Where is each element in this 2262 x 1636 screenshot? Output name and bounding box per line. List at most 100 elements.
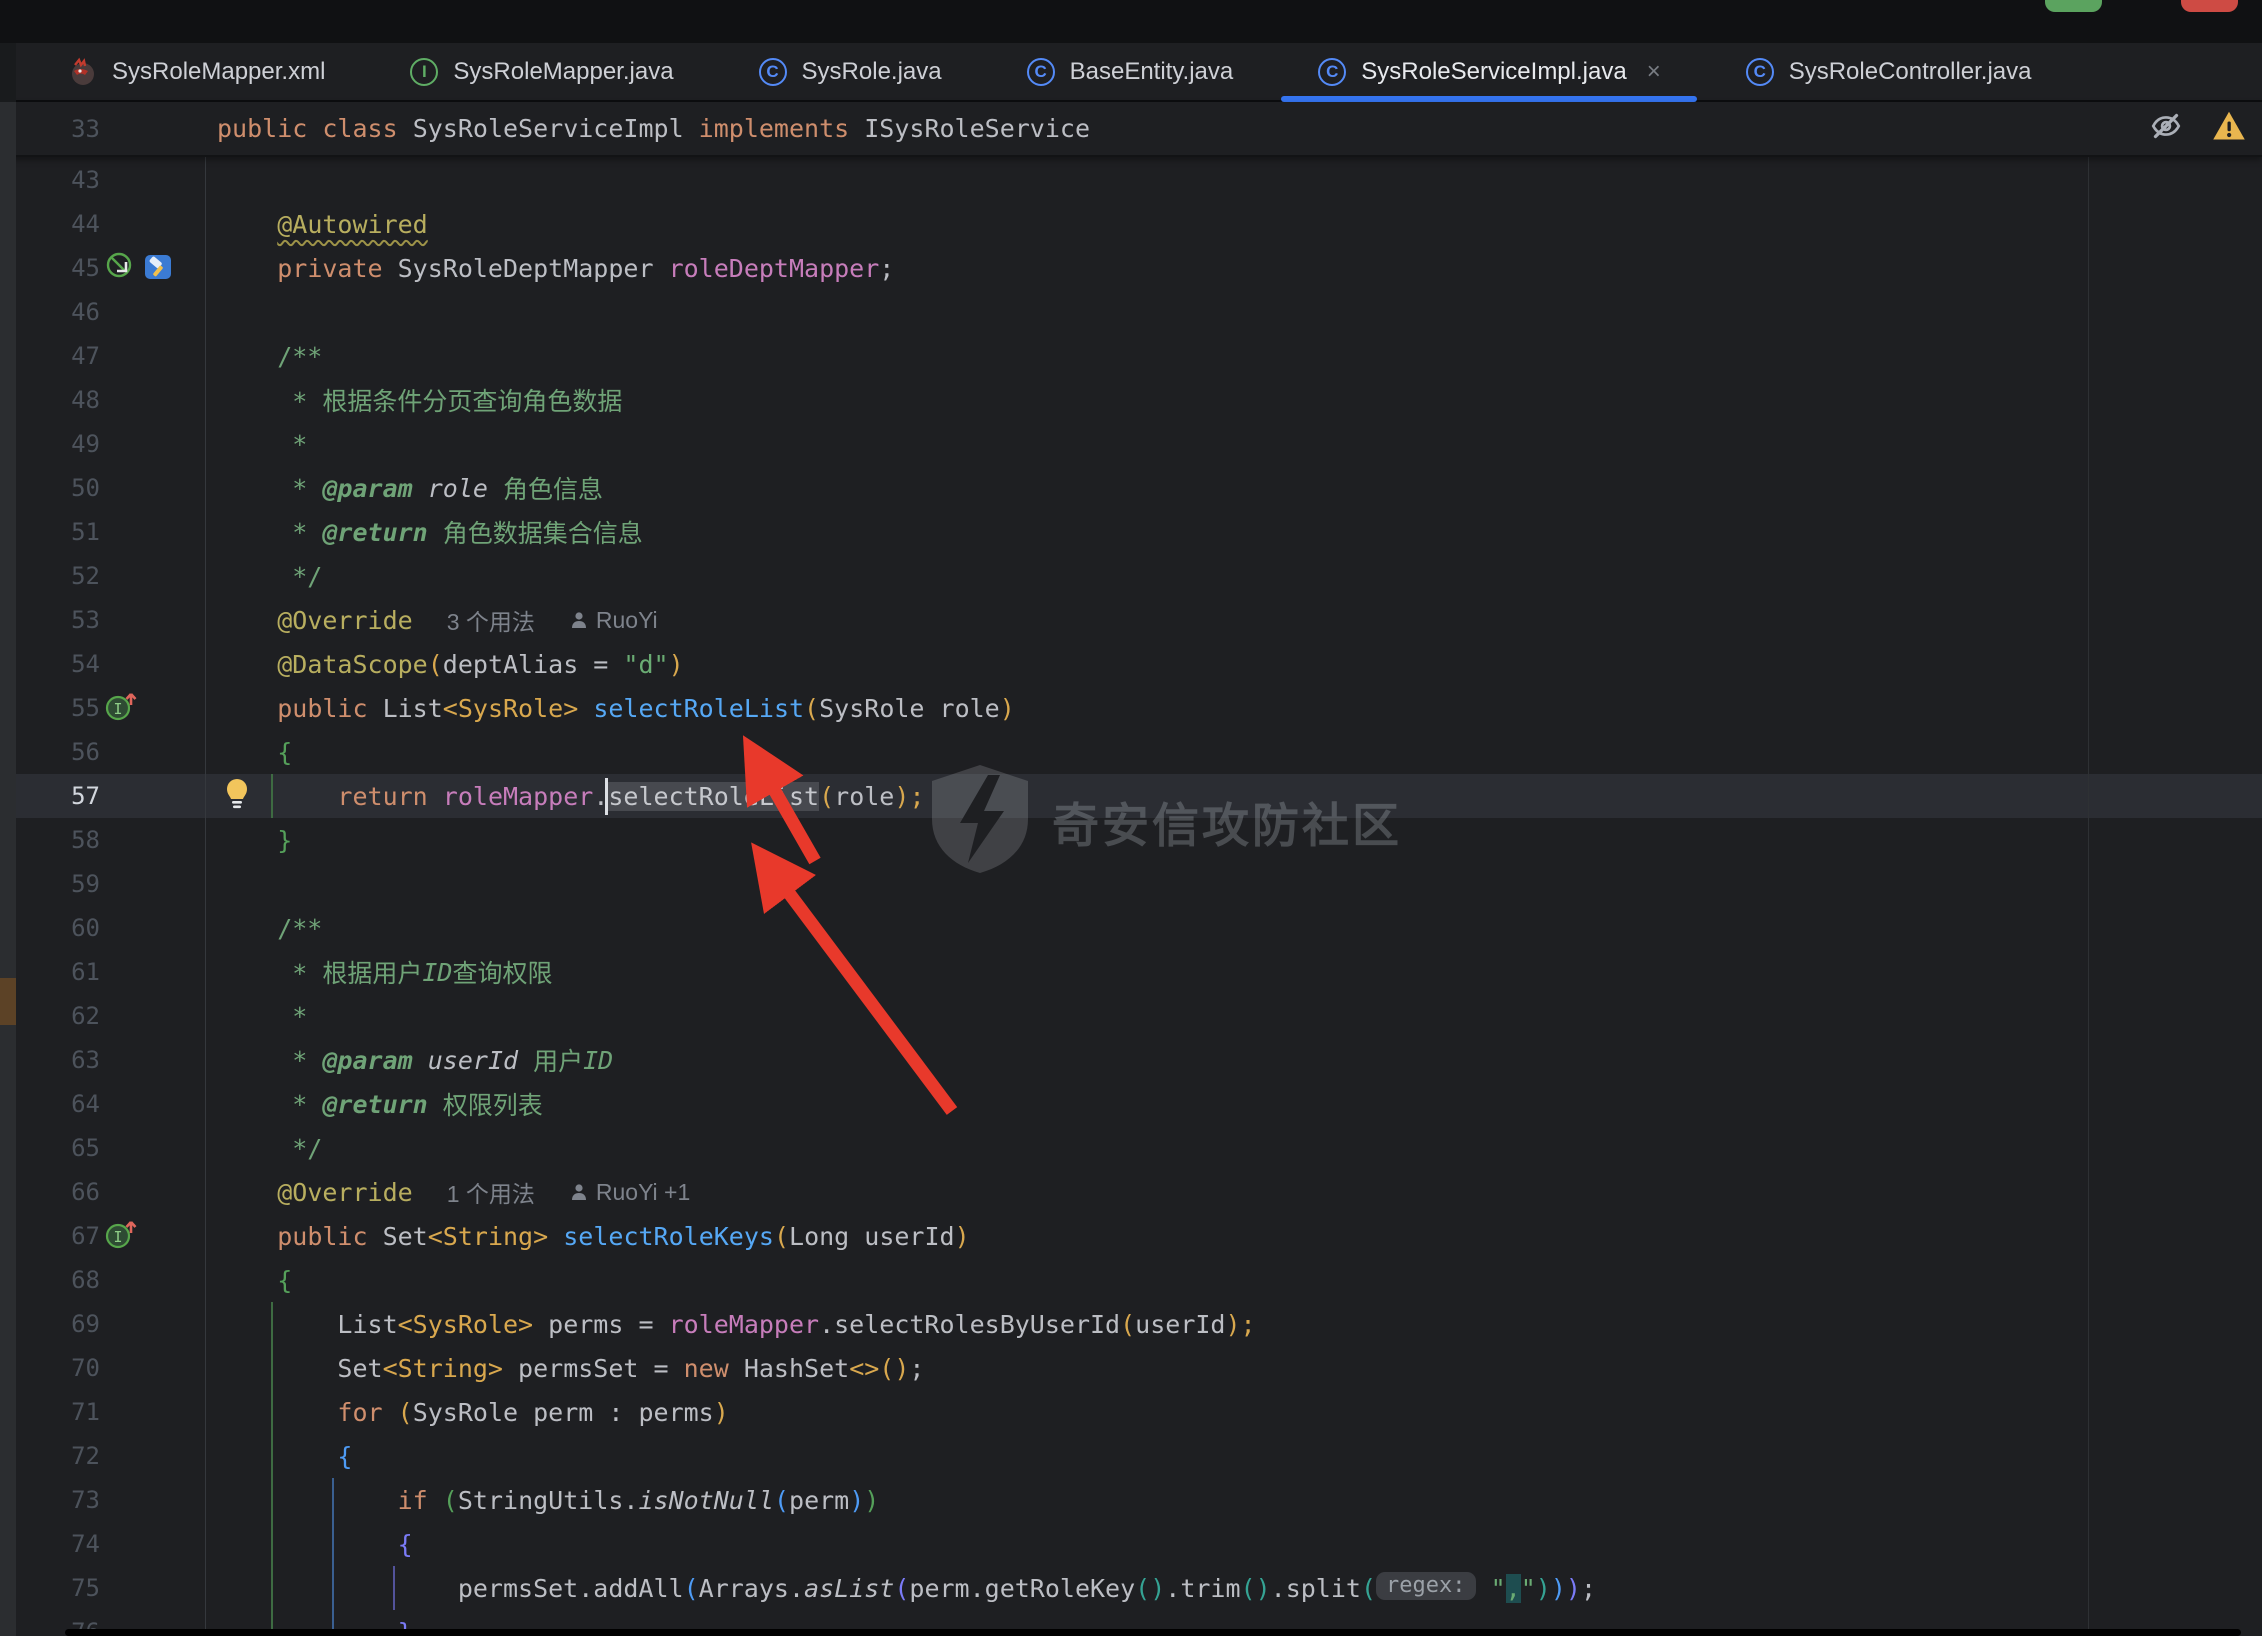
code-line-71[interactable]: 71 for (SysRole perm : perms)	[0, 1390, 2262, 1434]
code-line-64[interactable]: 64 * @return 权限列表	[0, 1082, 2262, 1126]
line-number[interactable]: 65	[16, 1126, 100, 1170]
impl-icon[interactable]: I	[104, 689, 140, 728]
line-number[interactable]: 69	[16, 1302, 100, 1346]
line-number[interactable]: 51	[16, 510, 100, 554]
editor-tab-BaseEntity.java[interactable]: CBaseEntity.java	[984, 43, 1276, 100]
code-line-53[interactable]: 53 @Override3 个用法RuoYi	[0, 598, 2262, 642]
code-text[interactable]: @Override1 个用法RuoYi +1	[217, 1170, 690, 1214]
code-line-69[interactable]: 69 List<SysRole> perms = roleMapper.sele…	[0, 1302, 2262, 1346]
code-text[interactable]: * @param userId 用户ID	[217, 1038, 613, 1082]
code-text[interactable]: {	[217, 1258, 292, 1302]
line-number[interactable]: 53	[16, 598, 100, 642]
code-line-73[interactable]: 73 if (StringUtils.isNotNull(perm))	[0, 1478, 2262, 1522]
code-text[interactable]: @Override3 个用法RuoYi	[217, 598, 658, 642]
code-text[interactable]: /**	[217, 906, 322, 950]
editor-tab-SysRoleMapper.xml[interactable]: SysRoleMapper.xml	[26, 43, 367, 100]
code-line-44[interactable]: 44 @Autowired	[0, 202, 2262, 246]
code-text[interactable]: {	[217, 1522, 413, 1566]
code-line-52[interactable]: 52 */	[0, 554, 2262, 598]
line-number[interactable]: 75	[16, 1566, 100, 1610]
tab-close-icon[interactable]: ×	[1647, 58, 1661, 86]
code-line-58[interactable]: 58 }	[0, 818, 2262, 862]
code-text[interactable]: * @return 权限列表	[217, 1082, 543, 1126]
code-text[interactable]: * @param role 角色信息	[217, 466, 603, 510]
code-line-68[interactable]: 68 {	[0, 1258, 2262, 1302]
code-line-51[interactable]: 51 * @return 角色数据集合信息	[0, 510, 2262, 554]
code-text[interactable]: *	[217, 994, 307, 1038]
code-line-62[interactable]: 62 *	[0, 994, 2262, 1038]
code-text[interactable]: if (StringUtils.isNotNull(perm))	[217, 1478, 879, 1522]
code-text[interactable]: permsSet.addAll(Arrays.asList(perm.getRo…	[217, 1566, 1596, 1610]
code-text[interactable]: * @return 角色数据集合信息	[217, 510, 643, 554]
line-number[interactable]: 63	[16, 1038, 100, 1082]
code-text[interactable]: * 根据条件分页查询角色数据	[217, 378, 622, 422]
line-number[interactable]: 68	[16, 1258, 100, 1302]
code-line-63[interactable]: 63 * @param userId 用户ID	[0, 1038, 2262, 1082]
code-text[interactable]: public Set<String> selectRoleKeys(Long u…	[217, 1214, 970, 1258]
code-text[interactable]: List<SysRole> perms = roleMapper.selectR…	[217, 1302, 1256, 1346]
code-text[interactable]: @DataScope(deptAlias = "d")	[217, 642, 684, 686]
code-line-65[interactable]: 65 */	[0, 1126, 2262, 1170]
line-number[interactable]: 50	[16, 466, 100, 510]
code-text[interactable]: private SysRoleDeptMapper roleDeptMapper…	[217, 246, 894, 290]
code-line-50[interactable]: 50 * @param role 角色信息	[0, 466, 2262, 510]
bean-arrow-icon[interactable]	[104, 250, 136, 287]
line-number[interactable]: 61	[16, 950, 100, 994]
line-number[interactable]: 43	[16, 158, 100, 202]
code-line-56[interactable]: 56 {	[0, 730, 2262, 774]
line-number[interactable]: 59	[16, 862, 100, 906]
usages-inlay-hint[interactable]: 3 个用法	[447, 603, 535, 637]
code-text[interactable]: * 根据用户ID查询权限	[217, 950, 552, 994]
editor-tab-SysRoleController.java[interactable]: CSysRoleController.java	[1703, 43, 2074, 100]
line-number[interactable]: 46	[16, 290, 100, 334]
editor-tab-SysRoleServiceImpl.java[interactable]: CSysRoleServiceImpl.java×	[1275, 43, 1702, 100]
line-number[interactable]: 45	[16, 246, 100, 290]
code-line-66[interactable]: 66 @Override1 个用法RuoYi +1	[0, 1170, 2262, 1214]
line-number[interactable]: 72	[16, 1434, 100, 1478]
line-number[interactable]: 48	[16, 378, 100, 422]
code-line-47[interactable]: 47 /**	[0, 334, 2262, 378]
line-number[interactable]: 57	[16, 774, 100, 818]
code-line-59[interactable]: 59	[0, 862, 2262, 906]
code-line-55[interactable]: 55I public List<SysRole> selectRoleList(…	[0, 686, 2262, 730]
line-number[interactable]: 44	[16, 202, 100, 246]
code-line-49[interactable]: 49 *	[0, 422, 2262, 466]
code-text[interactable]: public List<SysRole> selectRoleList(SysR…	[217, 686, 1015, 730]
line-number[interactable]: 49	[16, 422, 100, 466]
line-number[interactable]: 47	[16, 334, 100, 378]
editor-tab-SysRoleMapper.java[interactable]: ISysRoleMapper.java	[367, 43, 715, 100]
line-number[interactable]: 62	[16, 994, 100, 1038]
line-number[interactable]: 73	[16, 1478, 100, 1522]
code-line-45[interactable]: 45 private SysRoleDeptMapper roleDeptMap…	[0, 246, 2262, 290]
line-number[interactable]: 56	[16, 730, 100, 774]
line-number[interactable]: 64	[16, 1082, 100, 1126]
code-line-57[interactable]: 57 return roleMapper.selectRoleList(role…	[0, 774, 2262, 818]
line-number[interactable]: 60	[16, 906, 100, 950]
author-inlay-hint[interactable]: RuoYi	[569, 607, 658, 634]
code-line-70[interactable]: 70 Set<String> permsSet = new HashSet<>(…	[0, 1346, 2262, 1390]
line-number[interactable]: 58	[16, 818, 100, 862]
line-number[interactable]: 54	[16, 642, 100, 686]
mapper-icon[interactable]	[142, 250, 174, 287]
code-line-61[interactable]: 61 * 根据用户ID查询权限	[0, 950, 2262, 994]
code-text[interactable]: */	[217, 1126, 322, 1170]
sticky-code[interactable]: public class SysRoleServiceImpl implemen…	[217, 102, 1090, 155]
line-number[interactable]: 70	[16, 1346, 100, 1390]
code-line-43[interactable]: 43	[0, 158, 2262, 202]
line-number[interactable]: 74	[16, 1522, 100, 1566]
line-number[interactable]: 55	[16, 686, 100, 730]
sticky-line-number[interactable]: 33	[16, 102, 100, 155]
line-number[interactable]: 52	[16, 554, 100, 598]
warning-inspection-icon[interactable]	[2210, 108, 2248, 149]
code-text[interactable]: *	[217, 422, 307, 466]
code-text[interactable]: {	[217, 730, 292, 774]
code-line-60[interactable]: 60 /**	[0, 906, 2262, 950]
code-line-67[interactable]: 67I public Set<String> selectRoleKeys(Lo…	[0, 1214, 2262, 1258]
line-number[interactable]: 71	[16, 1390, 100, 1434]
code-line-48[interactable]: 48 * 根据条件分页查询角色数据	[0, 378, 2262, 422]
window-button-green[interactable]	[2045, 0, 2102, 12]
code-text[interactable]: */	[217, 554, 322, 598]
editor-tab-SysRole.java[interactable]: CSysRole.java	[716, 43, 984, 100]
usages-inlay-hint[interactable]: 1 个用法	[447, 1175, 535, 1209]
line-number[interactable]: 67	[16, 1214, 100, 1258]
